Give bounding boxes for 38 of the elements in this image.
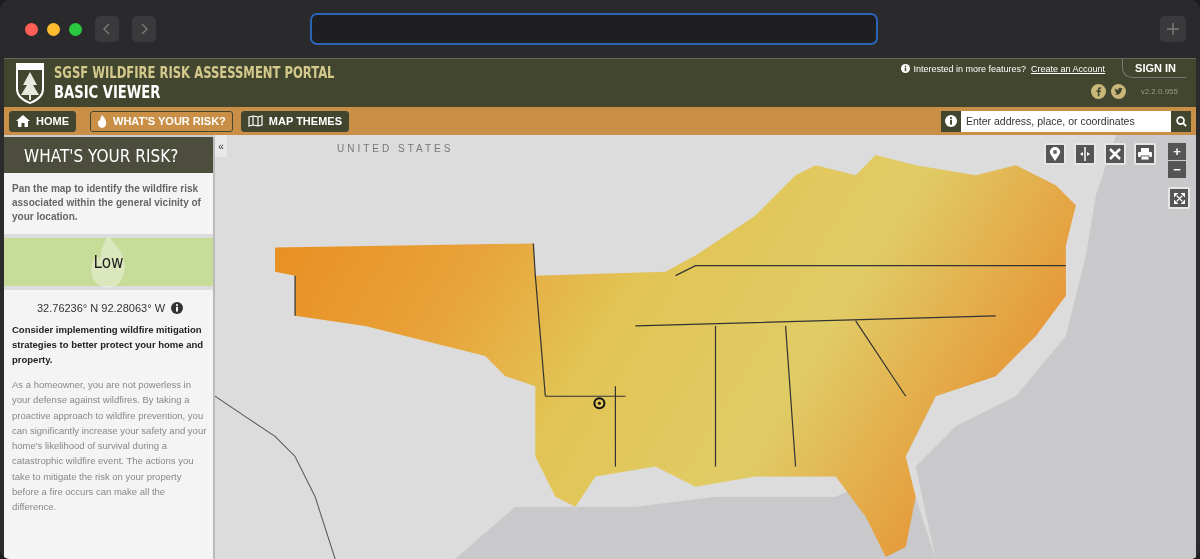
body-text: As a homeowner, you are not powerless in your defense against wildfires. By taking a proactive approach to wildfire prevention, you can significantly increase your safety and your home's likelihood of survival during a catastrophic wildfire event. The actions you take to mitigate the risk on your property before a fire occurs can make all the difference. — [12, 378, 208, 515]
coordinates-text: 32.76236° N 92.28063° W — [36, 302, 166, 314]
chevron-left-icon — [103, 23, 111, 35]
close-window-icon[interactable] — [25, 22, 38, 36]
nav-tab[interactable]: MAP THEMES — [240, 110, 349, 132]
print-icon[interactable] — [1134, 143, 1156, 165]
advice-text: Consider implementing wildfire mitigation strategies to better protect your home and property. — [12, 323, 205, 367]
zoom-in-button[interactable]: + — [1168, 143, 1186, 160]
risk-level: Low — [93, 252, 124, 272]
portal-title: SGSF WILDFIRE RISK ASSESSMENT PORTAL — [54, 64, 335, 82]
new-tab-button[interactable] — [1160, 16, 1186, 42]
panel-title: WHAT'S YOUR RISK? — [24, 144, 179, 166]
collapse-panel-button[interactable]: « — [215, 135, 227, 157]
create-account-link[interactable]: Create an Account — [1031, 63, 1106, 74]
info-icon — [901, 64, 911, 73]
address-bar[interactable] — [310, 13, 878, 45]
chevron-right-icon — [140, 23, 148, 35]
info-icon[interactable] — [941, 110, 961, 132]
fullscreen-icon[interactable] — [1168, 187, 1190, 209]
split-view-icon[interactable] — [1074, 143, 1096, 165]
search-icon[interactable] — [1171, 110, 1191, 132]
maximize-window-icon[interactable] — [69, 22, 82, 36]
version-label: v2.2.0.955 — [1140, 87, 1178, 96]
home-icon — [16, 115, 30, 127]
info-icon[interactable] — [171, 302, 184, 314]
features-prompt: Interested in more features? — [913, 63, 1026, 74]
plus-icon — [1167, 23, 1179, 35]
zoom-out-button[interactable]: − — [1168, 161, 1186, 178]
map-icon — [247, 115, 263, 127]
viewer-title: BASIC VIEWER — [54, 82, 162, 102]
country-label: UNITED STATES — [337, 143, 454, 154]
search-field[interactable]: Enter address, place, or coordinates — [961, 110, 1171, 132]
sign-in-button[interactable]: SIGN IN — [1122, 59, 1186, 78]
facebook-icon[interactable] — [1090, 84, 1106, 99]
minimize-window-icon[interactable] — [47, 22, 60, 36]
location-pin-icon[interactable] — [1044, 143, 1066, 165]
nav-tab[interactable]: HOME — [9, 110, 76, 132]
twitter-icon[interactable] — [1110, 84, 1126, 99]
